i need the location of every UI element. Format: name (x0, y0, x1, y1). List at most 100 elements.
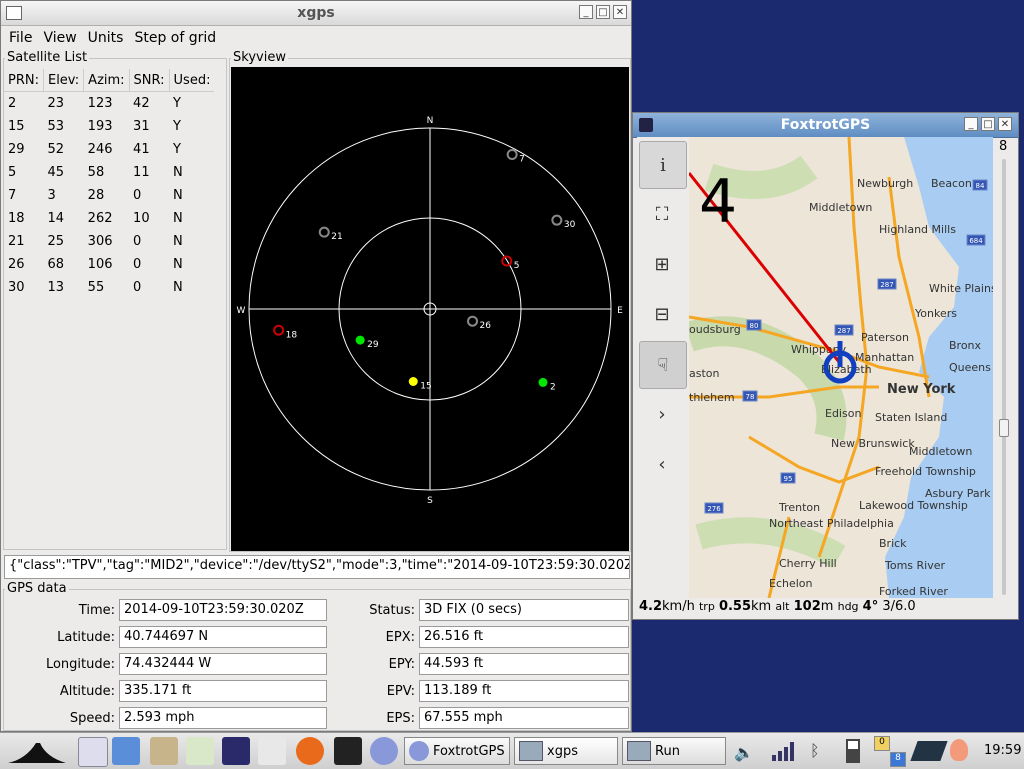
map-label: oudsburg (689, 323, 741, 336)
minimize-button[interactable]: _ (579, 5, 593, 19)
table-row[interactable]: 21 25 306 0 N (4, 230, 214, 253)
right-field-label: EPS: (386, 711, 415, 726)
right-field-value[interactable]: 113.189 ft (419, 680, 629, 702)
col-prn[interactable]: PRN: (4, 69, 44, 92)
right-field-value[interactable]: 26.516 ft (419, 626, 629, 648)
bluetooth-icon[interactable]: ᛒ (810, 741, 820, 760)
compass-w: W (237, 306, 246, 316)
lightbulb-icon[interactable] (950, 739, 968, 761)
table-row[interactable]: 26 68 106 0 N (4, 253, 214, 276)
keyboard-indicator[interactable]: 0 8 (874, 736, 906, 767)
svg-text:287: 287 (837, 327, 850, 335)
stellarium-launcher-icon[interactable] (222, 737, 250, 765)
left-field-value[interactable]: 335.171 ft (119, 680, 327, 702)
gimp-launcher-icon[interactable] (150, 737, 178, 765)
right-field-value[interactable]: 44.593 ft (419, 653, 629, 675)
battery-icon[interactable] (846, 739, 860, 763)
task-xgps[interactable]: xgps (514, 737, 618, 765)
satellite-table: PRN: Elev: Azim: SNR: Used: 2 23 123 42 Y 15 5… (4, 69, 215, 299)
map-label: Staten Island (875, 411, 947, 424)
map-label: Highland Mills (879, 223, 956, 236)
table-row[interactable]: 7 3 28 0 N (4, 184, 214, 207)
right-field-value[interactable]: 3D FIX (0 secs) (419, 599, 629, 621)
satellite-icon[interactable] (910, 741, 948, 761)
menu-view[interactable]: View (43, 30, 76, 46)
highway-shield-276: 276 (704, 502, 724, 514)
left-field-value[interactable]: 2014-09-10T23:59:30.020Z (119, 599, 327, 621)
table-cell: N (173, 234, 183, 249)
volume-icon[interactable]: 🔈 (734, 743, 754, 762)
satellite-prn-label: 30 (564, 220, 576, 230)
json-output-field[interactable]: {"class":"TPV","tag":"MID2","device":"/d… (4, 555, 630, 579)
clock[interactable]: 19:59 (984, 743, 1021, 758)
map-label: White Plains (929, 282, 993, 295)
col-azim[interactable]: Azim: (83, 69, 130, 92)
terminal-launcher-icon[interactable] (334, 737, 362, 765)
table-row[interactable]: 2 23 123 42 Y (4, 92, 214, 116)
foxtrot-minimize-button[interactable]: _ (964, 117, 978, 131)
col-elev[interactable]: Elev: (43, 69, 85, 92)
file-manager-launcher-icon[interactable] (112, 737, 140, 765)
maximize-button[interactable]: □ (596, 5, 610, 19)
table-row[interactable]: 30 13 55 0 N (4, 276, 214, 299)
satellite-prn-label: 29 (367, 340, 379, 350)
map-label: Brick (879, 537, 907, 550)
zoom-level: 8 (999, 139, 1008, 154)
fullscreen-icon[interactable]: ⛶ (639, 191, 685, 237)
table-cell: 30 (8, 280, 25, 295)
foxtrot-maximize-button[interactable]: □ (981, 117, 995, 131)
task-foxtrotgps[interactable]: FoxtrotGPS (404, 737, 510, 765)
table-row[interactable]: 15 53 193 31 Y (4, 115, 214, 138)
start-menu-icon[interactable] (6, 739, 68, 765)
taskbar: FoxtrotGPS xgps Run 🔈 ᛒ 0 8 19:59 (0, 732, 1024, 769)
table-row[interactable]: 18 14 262 10 N (4, 207, 214, 230)
table-cell: 193 (87, 119, 113, 134)
highway-shield-78: 78 (742, 390, 758, 402)
map-label: Newburgh (857, 177, 913, 190)
table-cell: 45 (47, 165, 65, 180)
table-cell: 41 (133, 142, 150, 157)
left-field-label: Altitude: (59, 684, 115, 699)
svg-text:95: 95 (784, 475, 793, 483)
map-zoom-slider[interactable] (1002, 159, 1006, 595)
table-cell: 11 (133, 165, 150, 180)
left-field-value[interactable]: 40.744697 N (119, 626, 327, 648)
menu-file[interactable]: File (9, 30, 32, 46)
zoom-slider-handle[interactable] (999, 419, 1009, 437)
table-cell: 262 (87, 211, 113, 226)
table-cell: Y (173, 96, 181, 111)
satellite-prn-label: 15 (420, 382, 431, 392)
info-button[interactable]: i (639, 141, 687, 189)
foxtrot-launcher-icon[interactable] (370, 737, 398, 765)
col-snr[interactable]: SNR: (129, 69, 170, 92)
col-used[interactable]: Used: (169, 69, 215, 92)
autocenter-button[interactable]: ☟ (639, 341, 687, 389)
left-field-value[interactable]: 74.432444 W (119, 653, 327, 675)
left-field-value[interactable]: 2.593 mph (119, 707, 327, 729)
firefox-launcher-icon[interactable] (296, 737, 324, 765)
table-cell: 2 (8, 96, 17, 111)
next-icon[interactable]: › (639, 391, 685, 437)
table-cell: 306 (87, 234, 113, 249)
compass-e: E (617, 306, 623, 316)
right-field-label: EPY: (388, 657, 415, 672)
menu-units[interactable]: Units (88, 30, 124, 46)
close-button[interactable]: ✕ (613, 5, 627, 19)
foxtrot-task-icon (409, 741, 429, 761)
map-view[interactable]: 84 684 287 80 287 78 95 276 Newburgh Beac… (689, 137, 993, 598)
editor-launcher-icon[interactable] (78, 737, 108, 767)
foxtrot-close-button[interactable]: ✕ (998, 117, 1012, 131)
kiwi-launcher-icon[interactable] (258, 737, 286, 765)
table-row[interactable]: 5 45 58 11 N (4, 161, 214, 184)
right-field-value[interactable]: 67.555 mph (419, 707, 629, 729)
task-run[interactable]: Run (622, 737, 726, 765)
plot-launcher-icon[interactable] (186, 737, 214, 765)
zoom-in-icon[interactable]: ⊞ (639, 241, 685, 287)
menu-step-of-grid[interactable]: Step of grid (134, 30, 216, 46)
foxtrot-titlebar[interactable]: FoxtrotGPS _ □ ✕ (633, 113, 1018, 138)
prev-icon[interactable]: ‹ (639, 441, 685, 487)
zoom-out-icon[interactable]: ⊟ (639, 291, 685, 337)
xgps-titlebar[interactable]: xgps _ □ ✕ (1, 1, 631, 26)
network-signal-icon[interactable] (770, 739, 798, 763)
table-row[interactable]: 29 52 246 41 Y (4, 138, 214, 161)
